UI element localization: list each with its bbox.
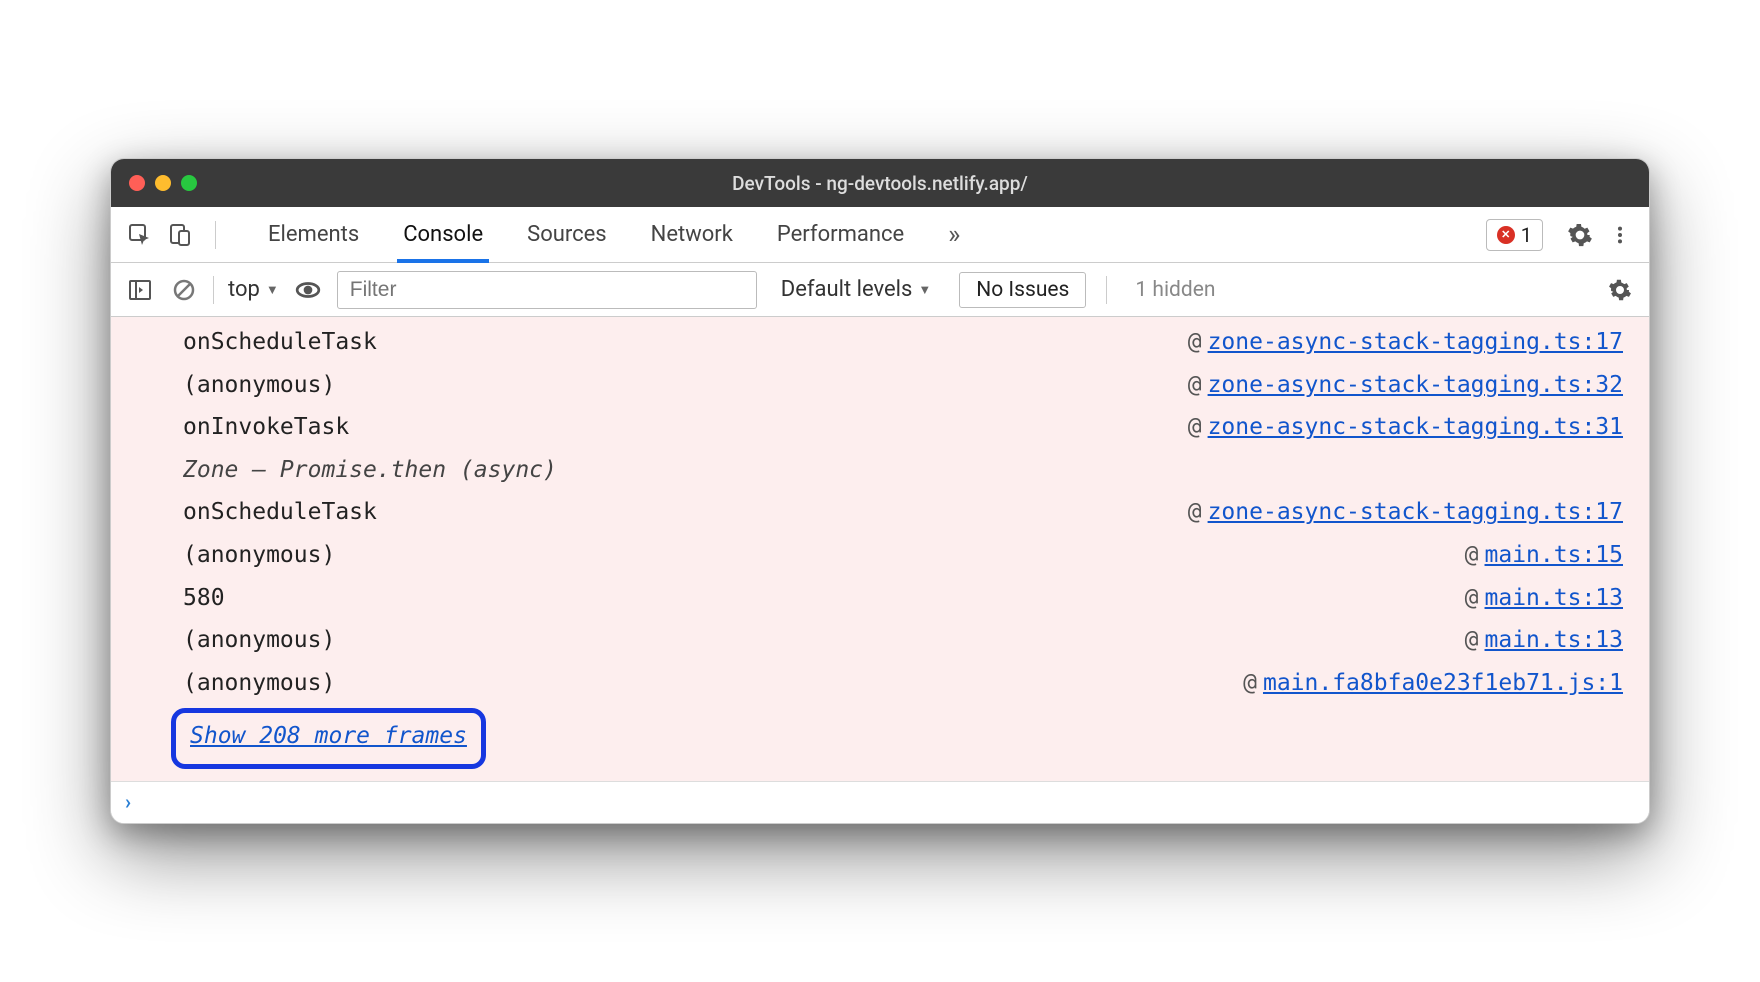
devtools-window: DevTools - ng-devtools.netlify.app/ Elem…: [110, 158, 1650, 823]
console-settings-icon[interactable]: [1605, 275, 1635, 305]
window-title: DevTools - ng-devtools.netlify.app/: [111, 172, 1649, 195]
show-more-frames-link[interactable]: Show 208 more frames: [190, 723, 467, 749]
stack-trace: onScheduleTask@zone-async-stack-tagging.…: [111, 317, 1649, 780]
stack-frame-source: @main.fa8bfa0e23f1eb71.js:1: [1243, 662, 1623, 705]
stack-frame-source: @main.ts:13: [1465, 577, 1623, 620]
log-levels-selector[interactable]: Default levels ▼: [781, 277, 932, 302]
error-count-badge[interactable]: 1: [1486, 219, 1543, 251]
at-symbol: @: [1465, 627, 1479, 653]
settings-icon[interactable]: [1565, 220, 1595, 250]
chevron-down-icon: ▼: [266, 282, 279, 298]
traffic-lights: [129, 175, 197, 191]
panel-tabs: Elements Console Sources Network Perform…: [268, 207, 960, 262]
tab-elements[interactable]: Elements: [268, 207, 359, 262]
stack-frame-function: (anonymous): [183, 619, 335, 662]
stack-frame: (anonymous) @main.ts:15: [111, 534, 1649, 577]
at-symbol: @: [1465, 585, 1479, 611]
source-link[interactable]: zone-async-stack-tagging.ts:32: [1208, 372, 1623, 398]
separator: [215, 221, 216, 249]
source-link[interactable]: zone-async-stack-tagging.ts:31: [1208, 414, 1623, 440]
device-toolbar-icon[interactable]: [165, 220, 195, 250]
toggle-console-sidebar-icon[interactable]: [125, 275, 155, 305]
chevron-down-icon: ▼: [918, 282, 931, 298]
context-label: top: [228, 277, 260, 302]
stack-frame: onScheduleTask @zone-async-stack-tagging.…: [111, 321, 1649, 364]
maximize-window-button[interactable]: [181, 175, 197, 191]
console-toolbar: top ▼ Default levels ▼ No Issues 1 hidde…: [111, 263, 1649, 317]
stack-frame-source: @main.ts:13: [1465, 619, 1623, 662]
filter-input[interactable]: [337, 271, 757, 309]
stack-frame-source: @main.ts:15: [1465, 534, 1623, 577]
main-toolbar: Elements Console Sources Network Perform…: [111, 207, 1649, 263]
show-more-frames-highlight: Show 208 more frames: [171, 708, 486, 769]
minimize-window-button[interactable]: [155, 175, 171, 191]
console-prompt[interactable]: ›: [111, 781, 1649, 823]
context-selector[interactable]: top ▼: [228, 277, 279, 302]
source-link[interactable]: main.ts:13: [1485, 627, 1623, 653]
separator: [213, 276, 214, 304]
separator: [1106, 276, 1107, 304]
stack-frame: (anonymous) @zone-async-stack-tagging.ts:…: [111, 364, 1649, 407]
stack-frame: onInvokeTask @zone-async-stack-tagging.ts…: [111, 406, 1649, 449]
stack-frame-function: onScheduleTask: [183, 491, 377, 534]
tabs-overflow-icon[interactable]: »: [948, 207, 960, 262]
stack-frame-function: (anonymous): [183, 364, 335, 407]
live-expression-icon[interactable]: [293, 275, 323, 305]
tab-sources[interactable]: Sources: [527, 207, 607, 262]
issues-button[interactable]: No Issues: [959, 272, 1086, 308]
clear-console-icon[interactable]: [169, 275, 199, 305]
stack-frame: (anonymous) @main.ts:13: [111, 619, 1649, 662]
stack-frame-function: Zone — Promise.then (async): [183, 449, 557, 492]
stack-frame-function: (anonymous): [183, 662, 335, 705]
error-icon: [1497, 226, 1515, 244]
stack-frame: 580 @main.ts:13: [111, 577, 1649, 620]
stack-frame: (anonymous) @main.fa8bfa0e23f1eb71.js:1: [111, 662, 1649, 705]
inspect-element-icon[interactable]: [125, 220, 155, 250]
kebab-menu-icon[interactable]: [1605, 220, 1635, 250]
tab-network[interactable]: Network: [651, 207, 733, 262]
stack-frame-source: @zone-async-stack-tagging.ts:31: [1188, 406, 1623, 449]
stack-frame: Zone — Promise.then (async): [111, 449, 1649, 492]
error-count: 1: [1521, 223, 1532, 247]
at-symbol: @: [1243, 670, 1257, 696]
stack-frame-source: @zone-async-stack-tagging.ts:17: [1188, 491, 1623, 534]
prompt-chevron-icon: ›: [125, 790, 131, 814]
tab-performance[interactable]: Performance: [777, 207, 904, 262]
at-symbol: @: [1188, 414, 1202, 440]
stack-frame-function: onInvokeTask: [183, 406, 349, 449]
tab-console[interactable]: Console: [403, 207, 483, 262]
stack-frame: onScheduleTask @zone-async-stack-tagging.…: [111, 491, 1649, 534]
levels-label: Default levels: [781, 277, 913, 302]
source-link[interactable]: main.ts:15: [1485, 542, 1623, 568]
at-symbol: @: [1188, 499, 1202, 525]
titlebar: DevTools - ng-devtools.netlify.app/: [111, 159, 1649, 207]
stack-frame-source: @zone-async-stack-tagging.ts:32: [1188, 364, 1623, 407]
source-link[interactable]: main.fa8bfa0e23f1eb71.js:1: [1263, 670, 1623, 696]
source-link[interactable]: main.ts:13: [1485, 585, 1623, 611]
stack-frame-function: 580: [183, 577, 225, 620]
at-symbol: @: [1188, 329, 1202, 355]
close-window-button[interactable]: [129, 175, 145, 191]
at-symbol: @: [1465, 542, 1479, 568]
stack-frame-function: (anonymous): [183, 534, 335, 577]
hidden-count: 1 hidden: [1135, 278, 1215, 302]
source-link[interactable]: zone-async-stack-tagging.ts:17: [1208, 499, 1623, 525]
stack-frame-function: onScheduleTask: [183, 321, 377, 364]
stack-frame-source: @zone-async-stack-tagging.ts:17: [1188, 321, 1623, 364]
at-symbol: @: [1188, 372, 1202, 398]
source-link[interactable]: zone-async-stack-tagging.ts:17: [1208, 329, 1623, 355]
